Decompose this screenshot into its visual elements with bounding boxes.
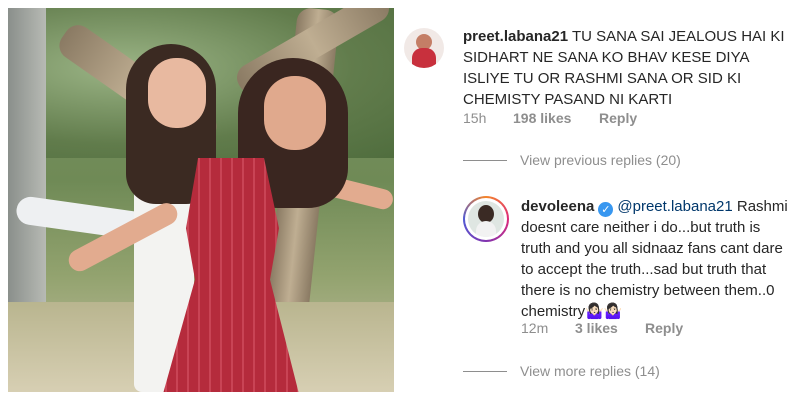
reply-meta: 12m 3 likes Reply: [521, 320, 683, 336]
reply-body: devoleena ✓ @preet.labana21 Rashmi doesnt …: [521, 196, 793, 322]
avatar-story-ring[interactable]: [463, 196, 509, 242]
comment-meta: 15h 198 likes Reply: [463, 110, 637, 126]
view-previous-replies-link[interactable]: View previous replies (20): [520, 152, 681, 168]
comment-time: 15h: [463, 110, 487, 126]
reply-time: 12m: [521, 320, 549, 336]
reply-button[interactable]: Reply: [599, 110, 637, 126]
reply-mention[interactable]: @preet.labana21: [617, 198, 732, 215]
avatar-figure-body: [476, 221, 496, 237]
reply-text: Rashmi doesnt care neither i do...but tr…: [521, 198, 788, 320]
replies-divider: [463, 371, 507, 372]
photo-person-face: [148, 58, 206, 128]
post-photo: [8, 8, 394, 392]
avatar-figure-body: [412, 48, 436, 68]
reply-likes[interactable]: 3 likes: [575, 320, 645, 336]
reply-username[interactable]: devoleena: [521, 198, 594, 215]
avatar[interactable]: [404, 28, 444, 68]
view-more-replies-link[interactable]: View more replies (14): [520, 363, 660, 379]
avatar: [468, 201, 504, 237]
photo-person-face: [264, 76, 326, 150]
comment-likes[interactable]: 198 likes: [513, 110, 599, 126]
reply-button[interactable]: Reply: [645, 320, 683, 336]
verified-badge-icon: ✓: [598, 202, 614, 217]
comment-username[interactable]: preet.labana21: [463, 28, 568, 45]
replies-divider: [463, 160, 507, 161]
comment-body: preet.labana21 TU SANA SAI JEALOUS HAI K…: [463, 26, 793, 110]
